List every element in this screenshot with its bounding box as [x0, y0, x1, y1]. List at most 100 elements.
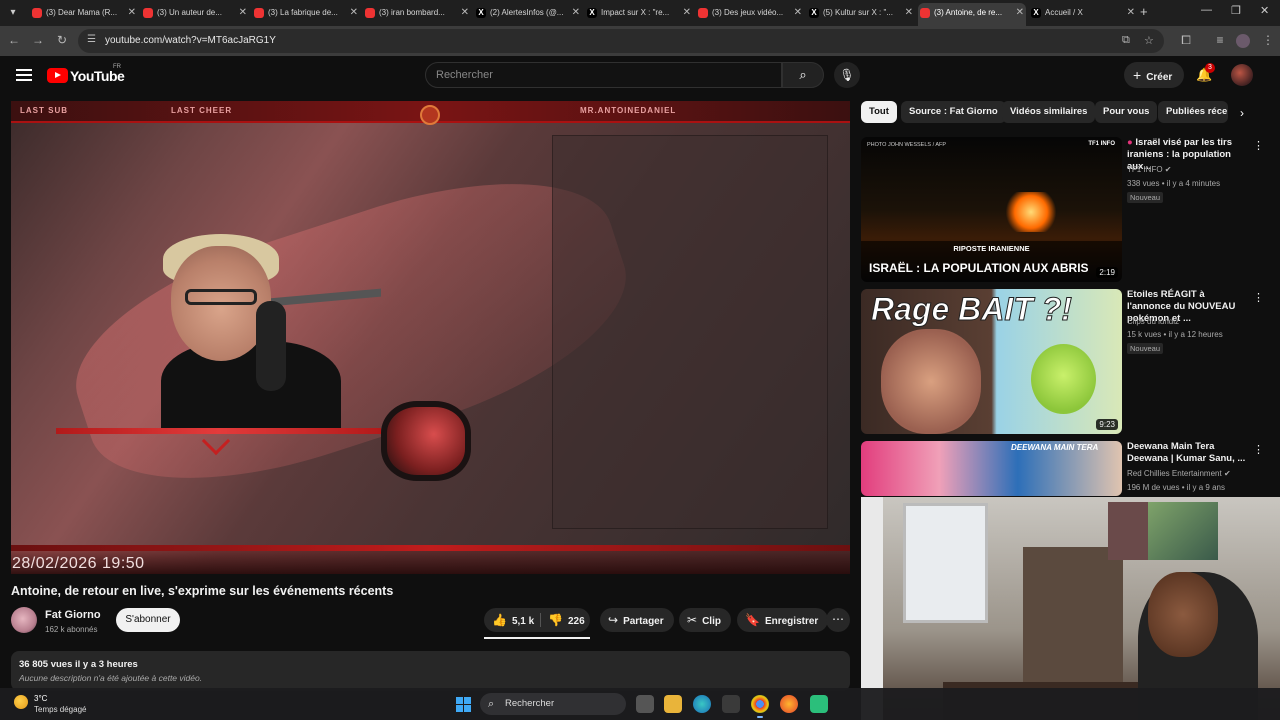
chip-for-you[interactable]: Pour vous — [1095, 101, 1158, 123]
close-tab-icon[interactable]: ✕ — [350, 3, 358, 23]
close-tab-icon[interactable]: ✕ — [572, 3, 580, 23]
weather-sun-icon[interactable] — [14, 695, 28, 709]
install-app-icon[interactable]: ⧉ — [1122, 34, 1130, 47]
windows-start-icon[interactable] — [456, 697, 471, 712]
clip-label: Clip — [702, 616, 721, 627]
thumbnail-credit: PHOTO JOHN WESSELS / AFP — [867, 142, 947, 148]
extensions-icon[interactable]: ⧠ — [1178, 33, 1194, 48]
forward-icon[interactable]: → — [30, 33, 46, 47]
minimize-icon[interactable]: — — [1201, 4, 1212, 16]
microphone-icon[interactable]: 🎙 — [834, 62, 860, 88]
edge-browser-icon[interactable] — [693, 695, 711, 713]
close-tab-icon[interactable]: ✕ — [1127, 3, 1135, 23]
url-text: youtube.com/watch?v=MT6acJaRG1Y — [105, 35, 276, 46]
recommendation-channel[interactable]: TF1 INFO ✔ — [1127, 165, 1172, 174]
thumbs-up-icon: 👍 — [492, 613, 507, 627]
close-tab-icon[interactable]: ✕ — [794, 3, 802, 23]
browser-tab[interactable]: X Impact sur X : "re... ✕ — [585, 3, 693, 23]
bookmark-star-icon[interactable]: ☆ — [1144, 34, 1154, 47]
close-tab-icon[interactable]: ✕ — [239, 3, 247, 23]
bookmark-icon: 🔖 — [745, 613, 760, 627]
browser-tab[interactable]: (3) Antoine, de re... ✕ — [918, 3, 1026, 26]
channel-name[interactable]: Fat Giorno — [45, 609, 101, 621]
close-window-icon[interactable]: ✕ — [1260, 4, 1269, 17]
search-placeholder: Rechercher — [436, 69, 493, 81]
search-icon[interactable]: ⌕ — [782, 62, 824, 88]
address-bar[interactable]: ☰ youtube.com/watch?v=MT6acJaRG1Y ⧉ ☆ — [78, 29, 1164, 53]
share-button[interactable]: ↪ Partager — [600, 608, 674, 632]
video-thumbnail[interactable]: PHOTO JOHN WESSELS / AFP TF1 INFO RIPOST… — [861, 137, 1122, 282]
video-thumbnail[interactable]: DEEWANA MAIN TERA — [861, 441, 1122, 496]
browser-tab[interactable]: (3) Un auteur de... ✕ — [141, 3, 249, 23]
tab-search-icon[interactable]: ▾ — [4, 4, 22, 22]
task-view-icon[interactable] — [636, 695, 654, 713]
browser-tab-strip: ▾ (3) Dear Mama (R... ✕ (3) Un auteur de..… — [0, 0, 1280, 26]
like-ratio-bar — [484, 637, 590, 639]
browser-tab[interactable]: (3) iran bombard... ✕ — [363, 3, 471, 23]
create-button[interactable]: + Créer — [1124, 62, 1184, 88]
more-options-icon[interactable]: ⋮ — [1253, 139, 1264, 152]
chip-similar[interactable]: Vidéos similaires — [1002, 101, 1096, 123]
x-icon: X — [476, 8, 486, 18]
video-thumbnail[interactable]: Rage BAIT ?! 9:23 — [861, 289, 1122, 434]
subscribe-button[interactable]: S'abonner — [116, 608, 180, 632]
clip-button[interactable]: ✂ Clip — [679, 608, 731, 632]
recommendation-item[interactable]: Rage BAIT ?! 9:23 Etoiles RÉAGIT à l'ann… — [861, 289, 1271, 434]
menu-icon[interactable] — [16, 69, 32, 81]
browser-tab[interactable]: (3) Dear Mama (R... ✕ — [30, 3, 138, 23]
recommendation-channel[interactable]: Red Chillies Entertainment ✔ — [1127, 469, 1231, 478]
browser-tab[interactable]: (3) Des jeux vidéo... ✕ — [696, 3, 804, 23]
back-icon[interactable]: ← — [6, 33, 22, 47]
more-actions-icon[interactable]: ⋯ — [826, 608, 850, 632]
more-options-icon[interactable]: ⋮ — [1253, 443, 1264, 456]
weather-temperature[interactable]: 3°C — [34, 694, 47, 703]
site-info-icon[interactable]: ☰ — [87, 34, 96, 45]
verified-icon: ✔ — [1223, 469, 1231, 478]
recommendation-item[interactable]: DEEWANA MAIN TERA Deewana Main Tera Deew… — [861, 441, 1271, 496]
dislike-button[interactable]: 👎 226 — [548, 608, 585, 634]
profile-avatar[interactable] — [1236, 34, 1250, 48]
video-player[interactable]: LAST SUB LAST CHEER MR.ANTOINEDANIEL 28/… — [11, 101, 850, 574]
description-box[interactable]: 36 805 vues il y a 3 heures Aucune descr… — [11, 651, 850, 691]
taskbar-search[interactable]: ⌕ Rechercher — [480, 693, 626, 715]
chip-all[interactable]: Tout — [861, 101, 897, 123]
windows-taskbar: 3°C Temps dégagé ⌕ Rechercher — [0, 688, 1280, 720]
app-icon[interactable] — [810, 695, 828, 713]
recommendation-item[interactable]: PHOTO JOHN WESSELS / AFP TF1 INFO RIPOST… — [861, 137, 1271, 282]
browser-tab[interactable]: (3) La fabrique de... ✕ — [252, 3, 360, 23]
browser-tab[interactable]: X (2) AlertesInfos (@... ✕ — [474, 3, 582, 23]
store-icon[interactable] — [722, 695, 740, 713]
weather-description[interactable]: Temps dégagé — [34, 705, 86, 714]
tab-title: (3) La fabrique de... — [268, 8, 338, 17]
channel-avatar[interactable] — [11, 607, 37, 633]
recommendation-channel[interactable]: Clips du lundiz — [1127, 317, 1179, 326]
browser-tab[interactable]: X Accueil / X ✕ — [1029, 3, 1137, 23]
search-input[interactable]: Rechercher — [425, 62, 782, 88]
close-tab-icon[interactable]: ✕ — [683, 3, 691, 23]
chrome-icon[interactable] — [751, 695, 769, 718]
background-art-glasses — [381, 401, 471, 481]
tab-title: (3) Dear Mama (R... — [46, 8, 118, 17]
account-avatar[interactable] — [1231, 64, 1253, 86]
chip-source[interactable]: Source : Fat Giorno — [901, 101, 1006, 123]
browser-tab[interactable]: X (5) Kultur sur X : "... ✕ — [807, 3, 915, 23]
close-tab-icon[interactable]: ✕ — [905, 3, 913, 23]
tab-search-list-icon[interactable]: ≡ — [1212, 33, 1228, 47]
video-title: Antoine, de retour en live, s'exprime su… — [11, 584, 394, 598]
chip-recent[interactable]: Publiées réce — [1158, 101, 1228, 123]
more-options-icon[interactable]: ⋮ — [1253, 291, 1264, 304]
close-tab-icon[interactable]: ✕ — [461, 3, 469, 23]
browser-menu-icon[interactable]: ⋮ — [1260, 33, 1276, 47]
stream-emblem-icon — [420, 105, 440, 125]
like-button[interactable]: 👍 5,1 k — [492, 608, 534, 634]
reload-icon[interactable]: ↻ — [54, 33, 70, 47]
save-button[interactable]: 🔖 Enregistrer — [737, 608, 829, 632]
maximize-icon[interactable]: ❐ — [1231, 4, 1241, 17]
firefox-icon[interactable] — [780, 695, 798, 713]
close-tab-icon[interactable]: ✕ — [1016, 3, 1024, 23]
notifications-bell-icon[interactable]: 🔔 3 — [1196, 63, 1215, 83]
close-tab-icon[interactable]: ✕ — [128, 3, 136, 23]
file-explorer-icon[interactable] — [664, 695, 682, 713]
chevron-right-icon[interactable]: › — [1240, 106, 1244, 120]
new-tab-icon[interactable]: + — [1140, 4, 1148, 19]
